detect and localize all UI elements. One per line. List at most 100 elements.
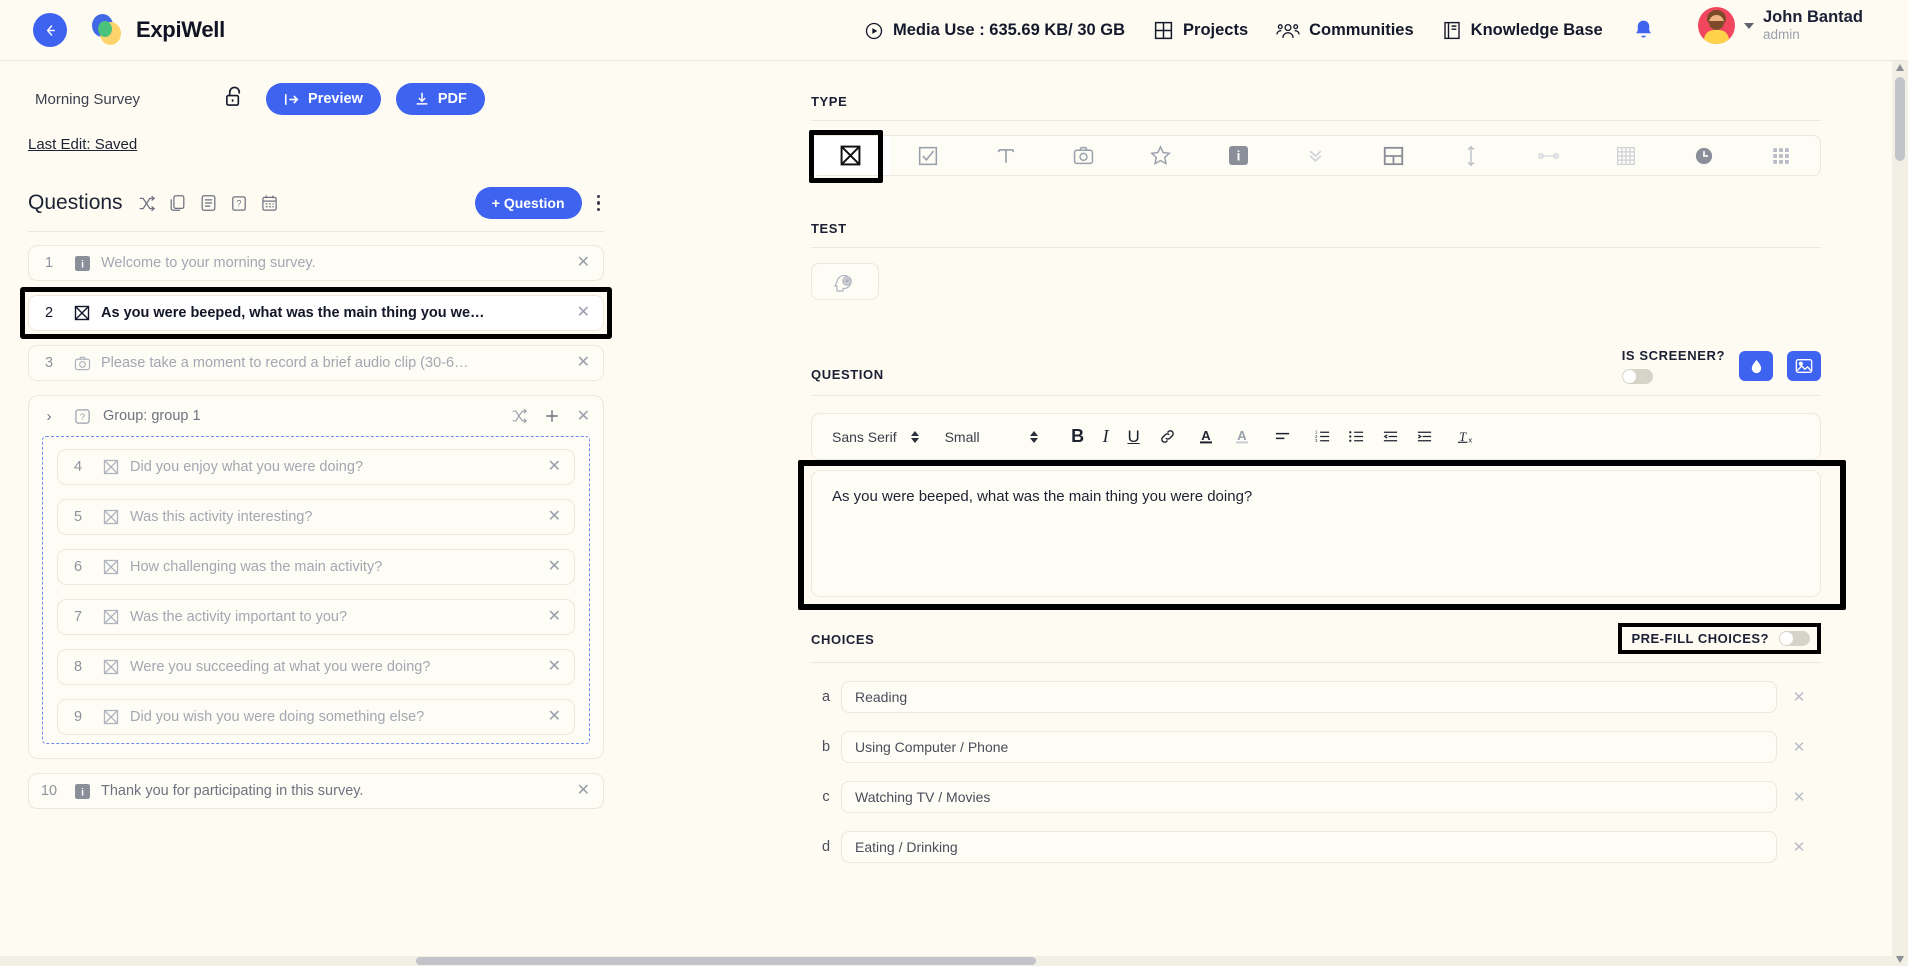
vertical-scrollbar[interactable] (1892, 61, 1908, 966)
close-icon[interactable]: ✕ (548, 509, 561, 525)
close-icon[interactable]: ✕ (1777, 688, 1821, 706)
close-icon[interactable]: ✕ (577, 783, 590, 799)
horizontal-scrollbar[interactable] (0, 956, 1892, 966)
shuffle-questions-button[interactable] (138, 195, 155, 212)
close-icon[interactable]: ✕ (548, 659, 561, 675)
cognitive-test-button[interactable] (811, 263, 879, 300)
question-text-input[interactable]: As you were beeped, what was the main th… (811, 470, 1821, 597)
table-row[interactable]: 7 Was the activity important to you? ✕ (57, 599, 575, 635)
ink-drop-button[interactable] (1739, 351, 1773, 381)
table-row[interactable]: 9 Did you wish you were doing something … (57, 699, 575, 735)
type-text[interactable] (967, 136, 1045, 175)
scroll-down-arrow-icon[interactable] (1895, 954, 1905, 964)
list-view-button[interactable] (200, 194, 217, 212)
close-icon[interactable]: ✕ (548, 709, 561, 725)
type-info[interactable]: i (1200, 136, 1278, 175)
image-button[interactable] (1787, 351, 1821, 381)
horizontal-slider-icon (1537, 152, 1560, 159)
table-row[interactable]: 4 Did you enjoy what you were doing? ✕ (57, 449, 575, 485)
table-row[interactable]: 1 i Welcome to your morning survey. ✕ (28, 245, 604, 281)
bold-button[interactable]: B (1064, 426, 1092, 447)
italic-button[interactable]: I (1092, 426, 1120, 447)
table-row[interactable]: 10 i Thank you for participating in this… (28, 773, 604, 809)
group-shuffle-button[interactable] (511, 408, 527, 424)
clear-format-button[interactable]: Tx (1442, 429, 1488, 445)
font-color-icon: A (1199, 429, 1212, 444)
choice-input[interactable]: Using Computer / Phone (841, 731, 1777, 763)
highlight-button[interactable]: A (1224, 429, 1260, 444)
type-horizontal-slider[interactable] (1510, 136, 1588, 175)
nav-knowledge-base[interactable]: Knowledge Base (1442, 20, 1603, 41)
close-icon[interactable]: ✕ (1777, 838, 1821, 856)
close-icon[interactable]: ✕ (1777, 788, 1821, 806)
chevron-right-icon[interactable]: › (29, 408, 69, 425)
close-icon[interactable]: ✕ (548, 609, 561, 625)
is-screener-toggle[interactable] (1621, 369, 1653, 384)
pdf-button[interactable]: PDF (395, 83, 485, 115)
nav-projects[interactable]: Projects (1153, 20, 1248, 41)
prefill-choices-control[interactable]: PRE-FILL CHOICES? (1618, 623, 1821, 654)
link-button[interactable] (1148, 428, 1188, 445)
type-dropdown[interactable] (1277, 136, 1355, 175)
ordered-list-icon: 123 (1315, 430, 1330, 443)
type-layout[interactable] (1355, 136, 1433, 175)
user-menu[interactable]: John Bantad admin (1698, 7, 1863, 44)
type-clock[interactable] (1665, 136, 1743, 175)
question-text: As you were beeped, what was the main th… (101, 305, 485, 321)
font-family-select[interactable]: Sans Serif (832, 429, 919, 445)
close-icon[interactable]: ✕ (577, 355, 590, 371)
help-button[interactable]: ? (231, 195, 247, 212)
type-star-rating[interactable] (1122, 136, 1200, 175)
table-row[interactable]: 6 How challenging was the main activity?… (57, 549, 575, 585)
question-text: Were you succeeding at what you were doi… (130, 659, 431, 675)
indent-icon (1417, 431, 1432, 442)
duplicate-button[interactable] (169, 194, 186, 212)
horizontal-scrollbar-thumb[interactable] (416, 957, 1036, 965)
close-icon[interactable]: ✕ (1777, 738, 1821, 756)
group-close-button[interactable]: ✕ (577, 406, 590, 426)
scroll-up-arrow-icon[interactable] (1895, 63, 1905, 73)
table-row[interactable]: 5 Was this activity interesting? ✕ (57, 499, 575, 535)
indent-button[interactable] (1408, 429, 1442, 444)
close-icon[interactable]: ✕ (548, 459, 561, 475)
type-camera[interactable] (1045, 136, 1123, 175)
last-edit-status[interactable]: Last Edit: Saved (28, 136, 660, 153)
choice-input[interactable]: Watching TV / Movies (841, 781, 1777, 813)
table-row[interactable]: 8 Were you succeeding at what you were d… (57, 649, 575, 685)
type-multiple-choice[interactable] (812, 136, 890, 175)
choice-input[interactable]: Eating / Drinking (841, 831, 1777, 863)
group-add-button[interactable] (544, 408, 560, 424)
prefill-choices-toggle[interactable] (1779, 631, 1810, 646)
type-grid[interactable] (1742, 136, 1820, 175)
list-item: c Watching TV / Movies ✕ (811, 781, 1821, 813)
font-color-button[interactable]: A (1188, 429, 1224, 444)
close-icon[interactable]: ✕ (577, 255, 590, 271)
header-nav: Media Use : 635.69 KB/ 30 GB Projects Co… (864, 0, 1603, 61)
close-icon[interactable]: ✕ (577, 305, 590, 321)
add-question-button[interactable]: + Question (474, 187, 582, 219)
group-header[interactable]: › ? Group: group 1 ✕ (29, 396, 603, 436)
multiple-choice-icon (98, 659, 124, 675)
media-use-indicator[interactable]: Media Use : 635.69 KB/ 30 GB (864, 21, 1125, 41)
back-button[interactable] (33, 13, 67, 47)
table-row[interactable]: 2 As you were beeped, what was the main … (28, 295, 604, 331)
type-checkbox[interactable] (890, 136, 968, 175)
bullet-list-button[interactable] (1340, 429, 1374, 444)
outdent-button[interactable] (1374, 429, 1408, 444)
schedule-button[interactable] (261, 194, 278, 212)
close-icon[interactable]: ✕ (548, 559, 561, 575)
unlock-button[interactable] (224, 85, 245, 113)
align-button[interactable] (1260, 430, 1306, 443)
ordered-list-button[interactable]: 123 (1306, 429, 1340, 444)
underline-button[interactable]: U (1120, 427, 1148, 447)
vertical-scrollbar-thumb[interactable] (1895, 77, 1905, 161)
font-size-select[interactable]: Small (945, 429, 1038, 445)
choice-input[interactable]: Reading (841, 681, 1777, 713)
questions-more-menu[interactable] (593, 192, 605, 215)
nav-communities[interactable]: Communities (1276, 21, 1414, 41)
notifications-button[interactable] (1631, 18, 1656, 48)
preview-button[interactable]: Preview (266, 83, 381, 115)
type-vertical-slider[interactable] (1432, 136, 1510, 175)
table-row[interactable]: 3 Please take a moment to record a brief… (28, 345, 604, 381)
type-matrix[interactable] (1587, 136, 1665, 175)
